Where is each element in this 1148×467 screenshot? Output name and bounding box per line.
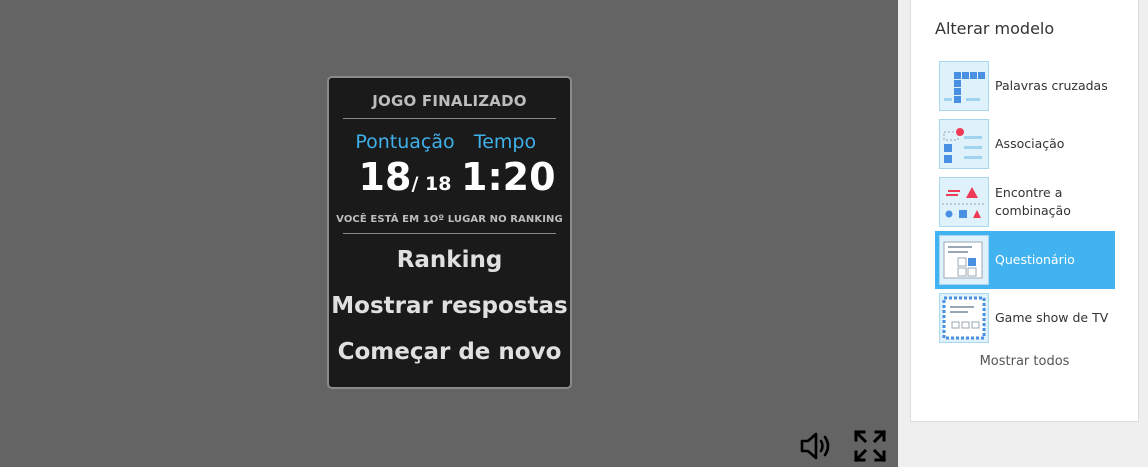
- match-up-icon: [939, 119, 989, 169]
- restart-button[interactable]: Começar de novo: [329, 339, 570, 365]
- quiz-icon: [939, 235, 989, 285]
- find-the-match-icon: [939, 177, 989, 227]
- template-label: Associação: [995, 136, 1065, 151]
- score-total: / 18: [411, 173, 452, 195]
- fullscreen-icon: [853, 429, 887, 463]
- score-value: 18/ 18: [345, 155, 465, 206]
- score-label: Pontuação: [355, 131, 455, 153]
- game-over-title: JOGO FINALIZADO: [372, 92, 527, 110]
- time-label: Tempo: [473, 131, 537, 153]
- fullscreen-button[interactable]: [852, 428, 888, 464]
- panel-title: Alterar modelo: [935, 19, 1055, 38]
- sound-toggle-button[interactable]: [798, 428, 834, 464]
- template-gameshow-quiz[interactable]: Game show de TV: [935, 289, 1115, 347]
- template-label: Palavras cruzadas: [995, 78, 1108, 93]
- show-answers-button[interactable]: Mostrar respostas: [329, 293, 570, 319]
- template-label: Game show de TV: [995, 310, 1109, 325]
- divider: [343, 233, 556, 234]
- template-label: Encontre a combinação: [995, 185, 1071, 218]
- crossword-icon: [939, 61, 989, 111]
- game-over-card: JOGO FINALIZADO Pontuação 18/ 18 Tempo 1…: [327, 76, 572, 389]
- template-crossword[interactable]: Palavras cruzadas: [935, 57, 1115, 115]
- speaker-icon: [800, 432, 830, 460]
- template-quiz[interactable]: Questionário: [935, 231, 1115, 289]
- score-stat: Pontuação 18/ 18: [345, 131, 465, 206]
- template-label: Questionário: [995, 252, 1075, 267]
- divider: [343, 118, 556, 119]
- template-match-up[interactable]: Associação: [935, 115, 1115, 173]
- template-panel: Alterar modelo Palavras cruzadas Associa…: [910, 0, 1139, 422]
- game-stage: JOGO FINALIZADO Pontuação 18/ 18 Tempo 1…: [0, 0, 898, 467]
- gameshow-quiz-icon: [939, 293, 989, 343]
- ranking-position-note: VOCÊ ESTÁ EM 1Oº LUGAR NO RANKING: [336, 214, 563, 225]
- show-all-link[interactable]: Mostrar todos: [911, 354, 1138, 369]
- score-number: 18: [358, 155, 412, 199]
- template-find-the-match[interactable]: Encontre a combinação: [935, 173, 1115, 231]
- time-value: 1:20: [461, 155, 556, 199]
- time-stat: Tempo 1:20: [461, 131, 556, 199]
- ranking-button[interactable]: Ranking: [329, 247, 570, 273]
